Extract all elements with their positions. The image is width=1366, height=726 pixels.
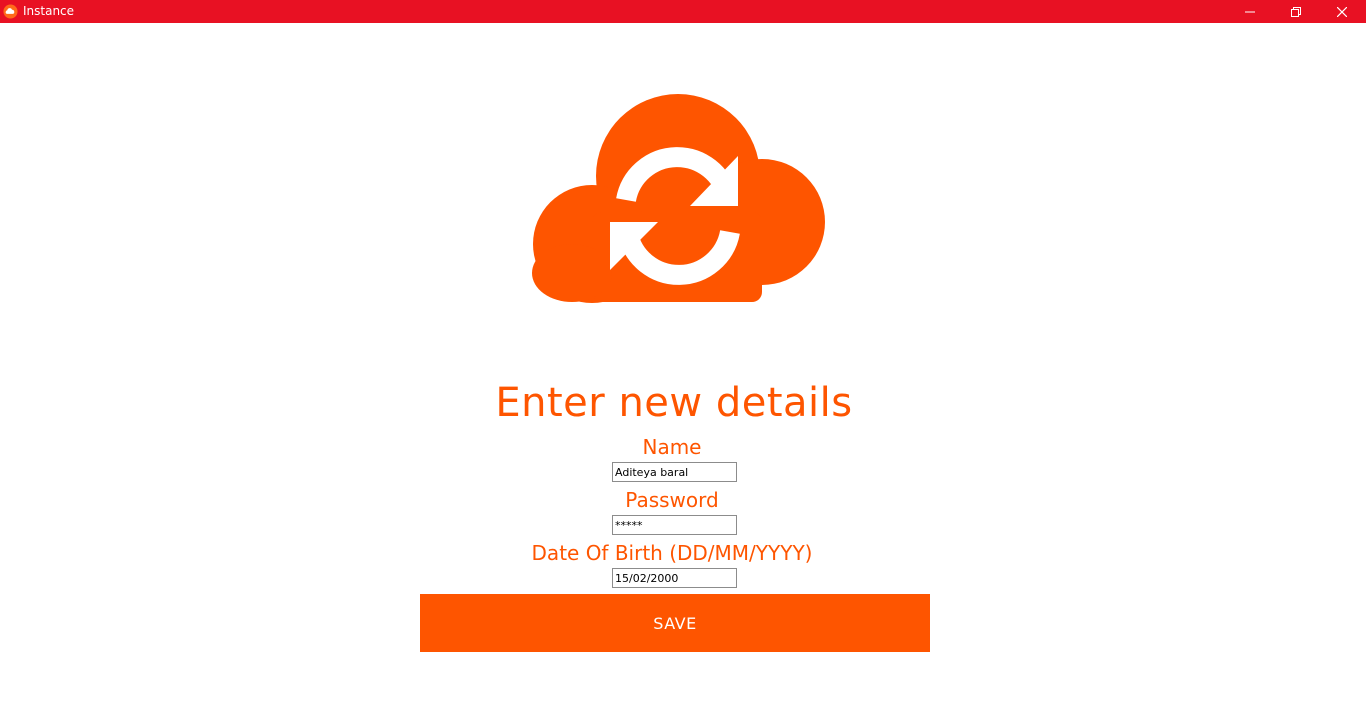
dob-label: Date Of Birth (DD/MM/YYYY) [531,541,813,565]
form-heading: Enter new details [495,380,853,426]
restore-button[interactable] [1273,0,1319,23]
cloud-sync-icon [532,94,825,303]
window-title: Instance [23,4,75,18]
password-field[interactable] [612,515,737,535]
close-icon [1337,6,1347,17]
close-button[interactable] [1319,0,1365,23]
restore-icon [1291,6,1301,17]
window-titlebar[interactable]: Instance [0,0,1366,23]
dob-field[interactable] [612,568,737,588]
minimize-button[interactable] [1227,0,1273,23]
name-field[interactable] [612,462,737,482]
name-label: Name [642,435,702,459]
password-label: Password [625,488,719,512]
minimize-icon [1245,11,1255,12]
save-button[interactable]: SAVE [420,594,930,652]
cloud-sync-icon [3,4,18,19]
